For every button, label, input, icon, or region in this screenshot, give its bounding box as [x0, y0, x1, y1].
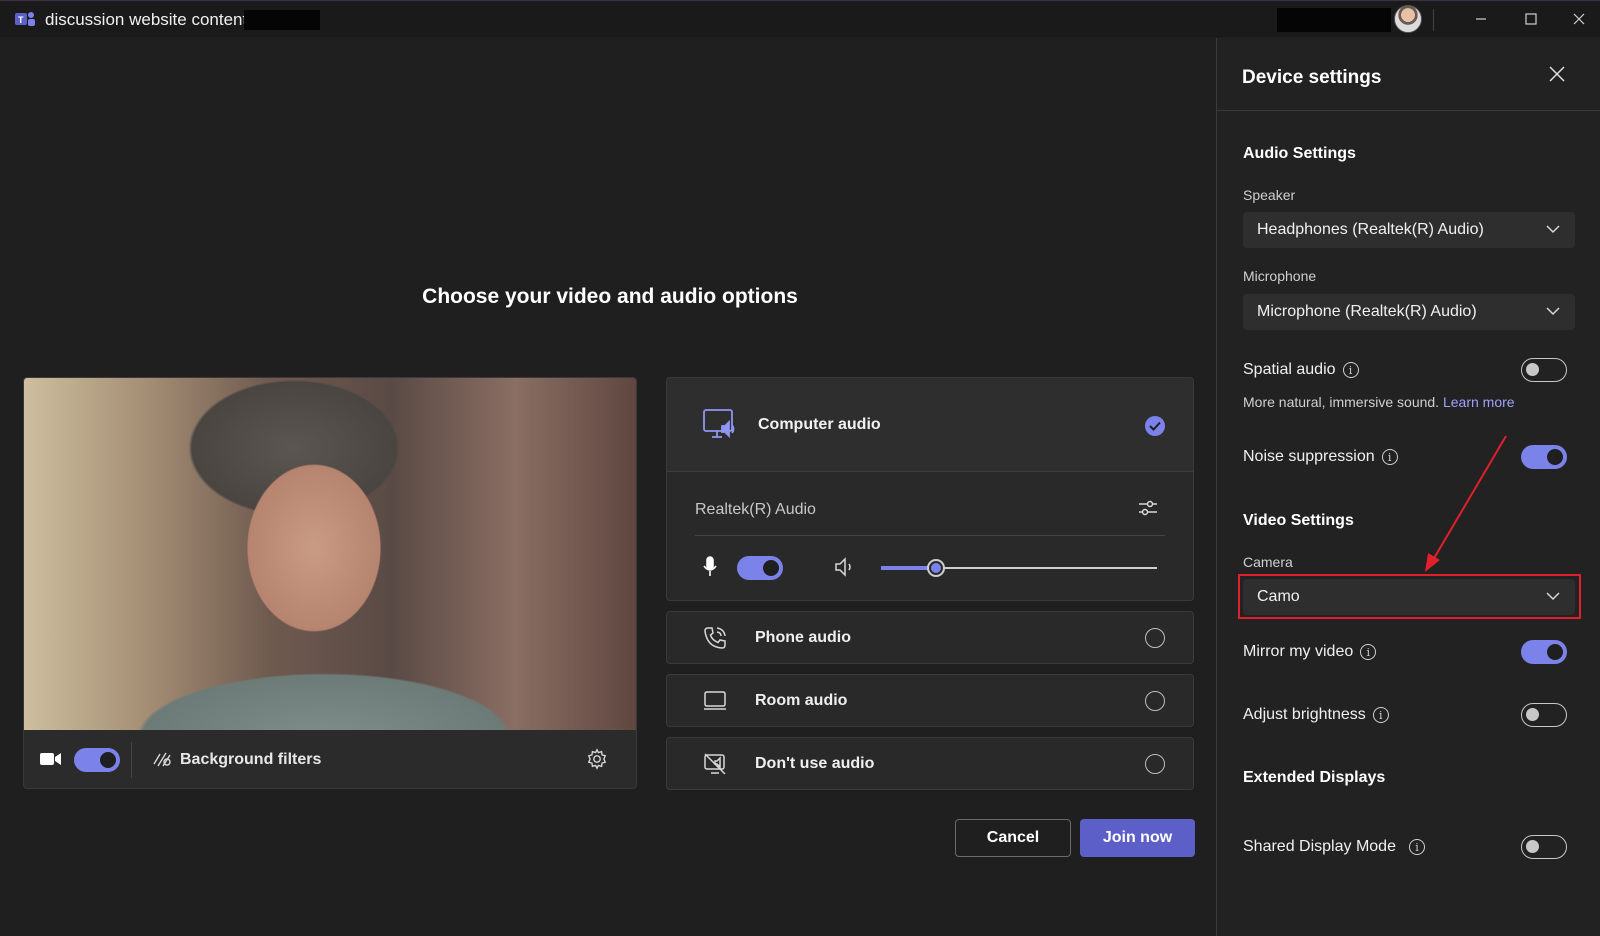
join-now-button[interactable]: Join now [1080, 819, 1195, 857]
room-audio-label: Room audio [755, 692, 848, 709]
info-icon[interactable]: i [1381, 449, 1398, 465]
room-audio-radio[interactable] [1145, 691, 1165, 711]
computer-audio-label: Computer audio [758, 416, 881, 433]
spatial-audio-label: Spatial audio [1243, 361, 1336, 378]
close-window-button[interactable] [1564, 5, 1594, 33]
spatial-audio-description: More natural, immersive sound. Learn mor… [1243, 394, 1515, 410]
phone-audio-radio[interactable] [1145, 628, 1165, 648]
shared-display-toggle[interactable] [1521, 835, 1567, 859]
teams-logo-icon: T [15, 12, 35, 26]
page-heading: Choose your video and audio options [422, 285, 798, 308]
computer-audio-icon [703, 409, 735, 439]
microphone-label: Microphone [1243, 268, 1317, 284]
adjust-brightness-row: Adjust brightness i [1243, 706, 1389, 724]
divider [131, 742, 132, 778]
mirror-video-row: Mirror my video i [1243, 643, 1377, 661]
noise-suppression-label: Noise suppression [1243, 448, 1375, 465]
redacted-block [244, 10, 320, 30]
microphone-dropdown[interactable]: Microphone (Realtek(R) Audio) [1243, 294, 1575, 330]
mirror-video-toggle[interactable] [1521, 640, 1567, 664]
computer-audio-card: Computer audio Realtek(R) Audio [666, 377, 1194, 601]
no-audio-label: Don't use audio [755, 755, 875, 772]
phone-audio-option[interactable]: Phone audio [666, 611, 1194, 664]
device-settings-panel: Device settings Audio Settings Speaker H… [1216, 38, 1600, 936]
room-audio-option[interactable]: Room audio [666, 674, 1194, 727]
window-title: discussion website content [45, 10, 248, 29]
no-audio-option[interactable]: Don't use audio [666, 737, 1194, 790]
video-controls-bar: Background filters [24, 730, 636, 788]
camera-toggle[interactable] [74, 748, 120, 772]
title-bar: T discussion website content [0, 0, 1600, 37]
maximize-icon [1525, 13, 1537, 25]
speaker-value: Headphones (Realtek(R) Audio) [1257, 221, 1484, 238]
extended-displays-heading: Extended Displays [1243, 769, 1386, 786]
maximize-button[interactable] [1516, 5, 1546, 33]
speaker-dropdown[interactable]: Headphones (Realtek(R) Audio) [1243, 212, 1575, 248]
adjust-brightness-label: Adjust brightness [1243, 706, 1366, 723]
minimize-icon [1476, 18, 1486, 20]
minimize-button[interactable] [1466, 5, 1496, 33]
mirror-video-label: Mirror my video [1243, 643, 1354, 660]
learn-more-link[interactable]: Learn more [1443, 394, 1515, 410]
computer-audio-option[interactable]: Computer audio [667, 378, 1193, 472]
close-icon [1573, 13, 1585, 25]
volume-slider-handle[interactable] [927, 559, 946, 577]
spatial-audio-desc-text: More natural, immersive sound. [1243, 394, 1440, 410]
panel-title: Device settings [1242, 67, 1382, 88]
noise-suppression-row: Noise suppression i [1243, 448, 1398, 466]
close-icon[interactable] [1549, 66, 1565, 82]
noise-suppression-toggle[interactable] [1521, 445, 1567, 469]
audio-settings-sliders-icon[interactable] [1137, 497, 1159, 519]
no-audio-radio[interactable] [1145, 754, 1165, 774]
shared-display-row: Shared Display Mode i [1243, 838, 1425, 856]
redacted-block [1277, 8, 1391, 32]
microphone-toggle[interactable] [737, 556, 783, 580]
speaker-icon [835, 557, 851, 577]
info-icon[interactable]: i [1342, 362, 1359, 378]
gear-icon[interactable] [586, 748, 608, 770]
info-icon[interactable]: i [1372, 707, 1389, 723]
audio-settings-heading: Audio Settings [1243, 145, 1356, 162]
user-avatar[interactable] [1394, 5, 1422, 33]
spatial-audio-toggle[interactable] [1521, 358, 1567, 382]
info-icon[interactable]: i [1360, 644, 1377, 660]
background-filters-button[interactable]: Background filters [180, 751, 321, 769]
microphone-icon [703, 556, 717, 576]
selected-check-icon [1145, 416, 1165, 436]
video-preview-card: Background filters [23, 377, 637, 789]
no-audio-icon [704, 753, 726, 775]
camera-icon [40, 753, 61, 765]
spatial-audio-row: Spatial audio i [1243, 361, 1359, 379]
adjust-brightness-toggle[interactable] [1521, 703, 1567, 727]
room-icon [704, 691, 726, 710]
svg-text:T: T [18, 15, 24, 25]
annotation-highlight-box [1238, 574, 1581, 619]
titlebar-divider [1433, 9, 1434, 31]
video-settings-heading: Video Settings [1243, 512, 1354, 529]
shared-display-label: Shared Display Mode [1243, 838, 1396, 855]
phone-icon [704, 627, 726, 649]
divider [695, 535, 1165, 536]
background-filters-icon [153, 752, 171, 767]
info-icon[interactable]: i [1408, 839, 1425, 855]
cancel-button[interactable]: Cancel [955, 819, 1071, 857]
divider [1217, 110, 1600, 111]
audio-device-label: Realtek(R) Audio [695, 501, 816, 518]
speaker-label: Speaker [1243, 187, 1296, 203]
chevron-down-icon [1546, 225, 1560, 234]
microphone-value: Microphone (Realtek(R) Audio) [1257, 303, 1477, 320]
camera-preview [24, 378, 636, 730]
camera-label: Camera [1243, 554, 1293, 570]
chevron-down-icon [1546, 307, 1560, 316]
phone-audio-label: Phone audio [755, 629, 851, 646]
